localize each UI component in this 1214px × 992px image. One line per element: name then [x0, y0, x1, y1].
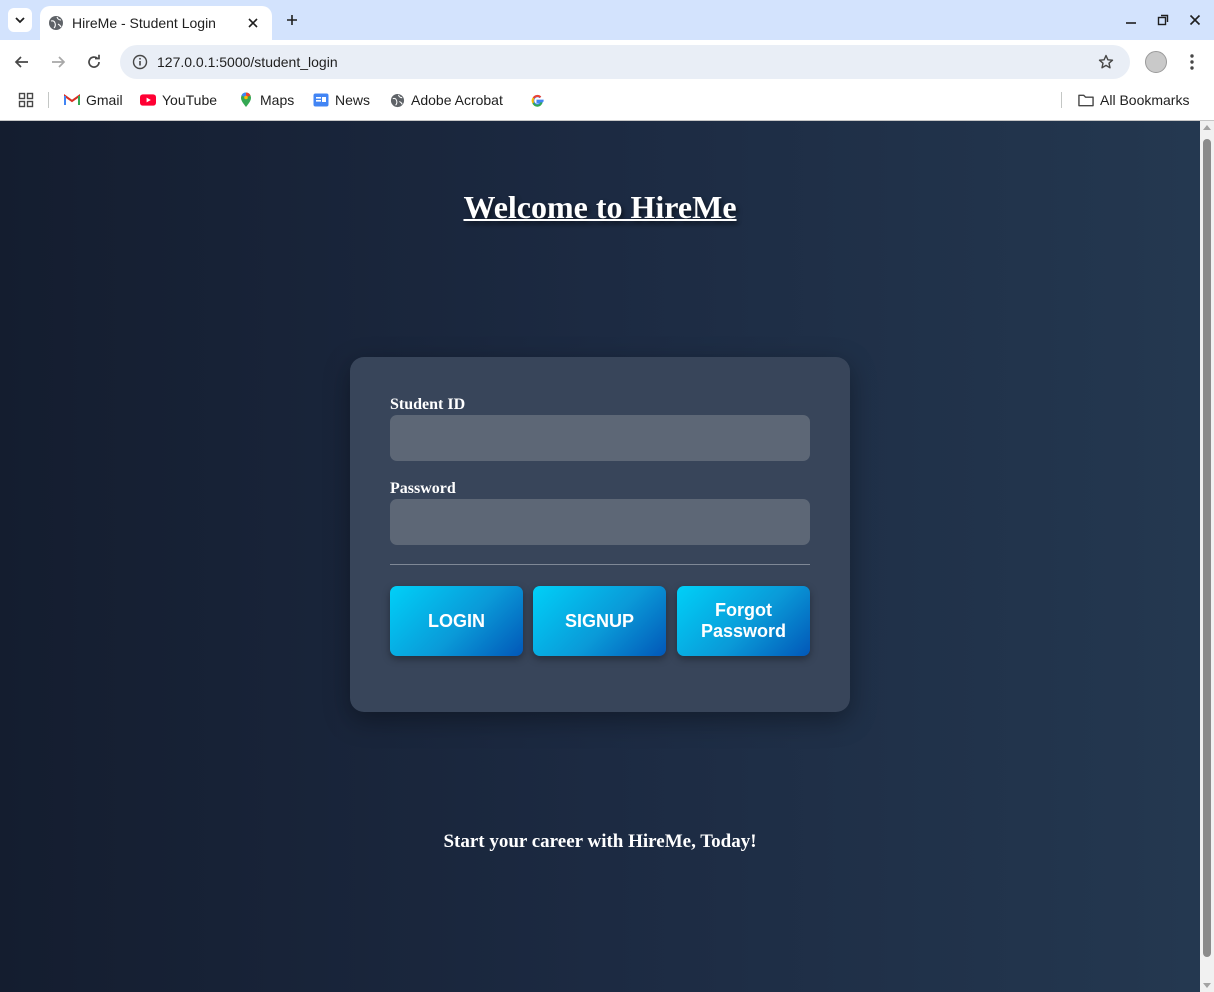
page-scrollbar[interactable] [1200, 121, 1214, 992]
restore-icon [1157, 14, 1169, 26]
info-icon [132, 54, 148, 70]
bookmarks-divider [1061, 92, 1062, 108]
close-icon [248, 18, 258, 28]
star-icon [1098, 54, 1114, 69]
google-icon [529, 92, 545, 108]
minimize-icon [1126, 22, 1136, 24]
page-viewport: Welcome to HireMe Student ID Password LO… [0, 121, 1200, 992]
bookmark-label: Maps [260, 92, 295, 108]
tab-close-button[interactable] [244, 14, 262, 32]
tagline: Start your career with HireMe, Today! [443, 831, 757, 852]
apps-grid-icon [18, 92, 34, 108]
close-icon [1189, 14, 1201, 26]
bookmarks-divider [48, 92, 49, 108]
bookmark-label: Gmail [86, 92, 123, 108]
minimize-button[interactable] [1119, 8, 1143, 32]
active-tab[interactable]: HireMe - Student Login [40, 6, 272, 40]
bookmark-gmail[interactable]: Gmail [64, 90, 123, 110]
chevron-down-icon [15, 17, 25, 24]
url-text: 127.0.0.1:5000/student_login [157, 54, 338, 70]
scroll-thumb[interactable] [1203, 139, 1211, 957]
login-card: Student ID Password LOGIN SIGNUP Forgot … [350, 357, 850, 712]
back-button[interactable] [10, 50, 34, 74]
tab-search-button[interactable] [8, 8, 32, 32]
bookmark-label: News [335, 92, 371, 108]
page-title: Welcome to HireMe [463, 189, 737, 225]
bookmark-google[interactable] [529, 90, 551, 110]
all-bookmarks-label: All Bookmarks [1100, 92, 1190, 108]
scroll-up-arrow-icon[interactable] [1203, 125, 1211, 130]
bookmark-label: Adobe Acrobat [411, 92, 503, 108]
tab-strip: HireMe - Student Login [0, 0, 1214, 40]
new-tab-button[interactable] [280, 8, 304, 32]
form-divider [390, 564, 810, 565]
profile-avatar[interactable] [1145, 51, 1167, 73]
bookmark-adobe-acrobat[interactable]: Adobe Acrobat [389, 90, 503, 110]
apps-button[interactable] [18, 90, 34, 110]
bookmarks-bar: Gmail YouTube Maps News Adobe Acrobat Al… [0, 84, 1214, 116]
plus-icon [287, 15, 297, 25]
gmail-icon [64, 92, 80, 108]
student-id-input[interactable] [390, 415, 810, 461]
bookmark-youtube[interactable]: YouTube [140, 90, 217, 110]
globe-icon [49, 16, 63, 30]
forgot-password-button[interactable]: Forgot Password [677, 586, 810, 656]
login-button[interactable]: LOGIN [390, 586, 523, 656]
folder-icon [1078, 92, 1094, 108]
close-window-button[interactable] [1183, 8, 1207, 32]
site-info-button[interactable] [128, 50, 152, 74]
password-input[interactable] [390, 499, 810, 545]
arrow-left-icon [14, 56, 28, 68]
tab-title: HireMe - Student Login [72, 15, 216, 31]
all-bookmarks-button[interactable]: All Bookmarks [1078, 90, 1189, 110]
signup-button[interactable]: SIGNUP [533, 586, 666, 656]
maps-icon [238, 92, 254, 108]
browser-toolbar: 127.0.0.1:5000/student_login [0, 40, 1214, 84]
reload-icon [88, 54, 100, 68]
scroll-down-arrow-icon[interactable] [1203, 983, 1211, 988]
reload-button[interactable] [82, 50, 106, 74]
bookmark-star-button[interactable] [1094, 50, 1118, 74]
browser-menu-button[interactable] [1180, 50, 1204, 74]
news-icon [313, 92, 329, 108]
bookmark-label: YouTube [162, 92, 218, 108]
youtube-icon [140, 92, 156, 108]
forward-button[interactable] [46, 50, 70, 74]
password-label: Password [390, 480, 456, 497]
student-id-label: Student ID [390, 396, 466, 413]
bookmark-news[interactable]: News [313, 90, 370, 110]
address-bar[interactable]: 127.0.0.1:5000/student_login [120, 45, 1130, 79]
arrow-right-icon [52, 56, 66, 68]
globe-icon [389, 92, 405, 108]
restore-button[interactable] [1151, 8, 1175, 32]
more-vertical-icon [1190, 54, 1194, 70]
bookmark-maps[interactable]: Maps [238, 90, 294, 110]
